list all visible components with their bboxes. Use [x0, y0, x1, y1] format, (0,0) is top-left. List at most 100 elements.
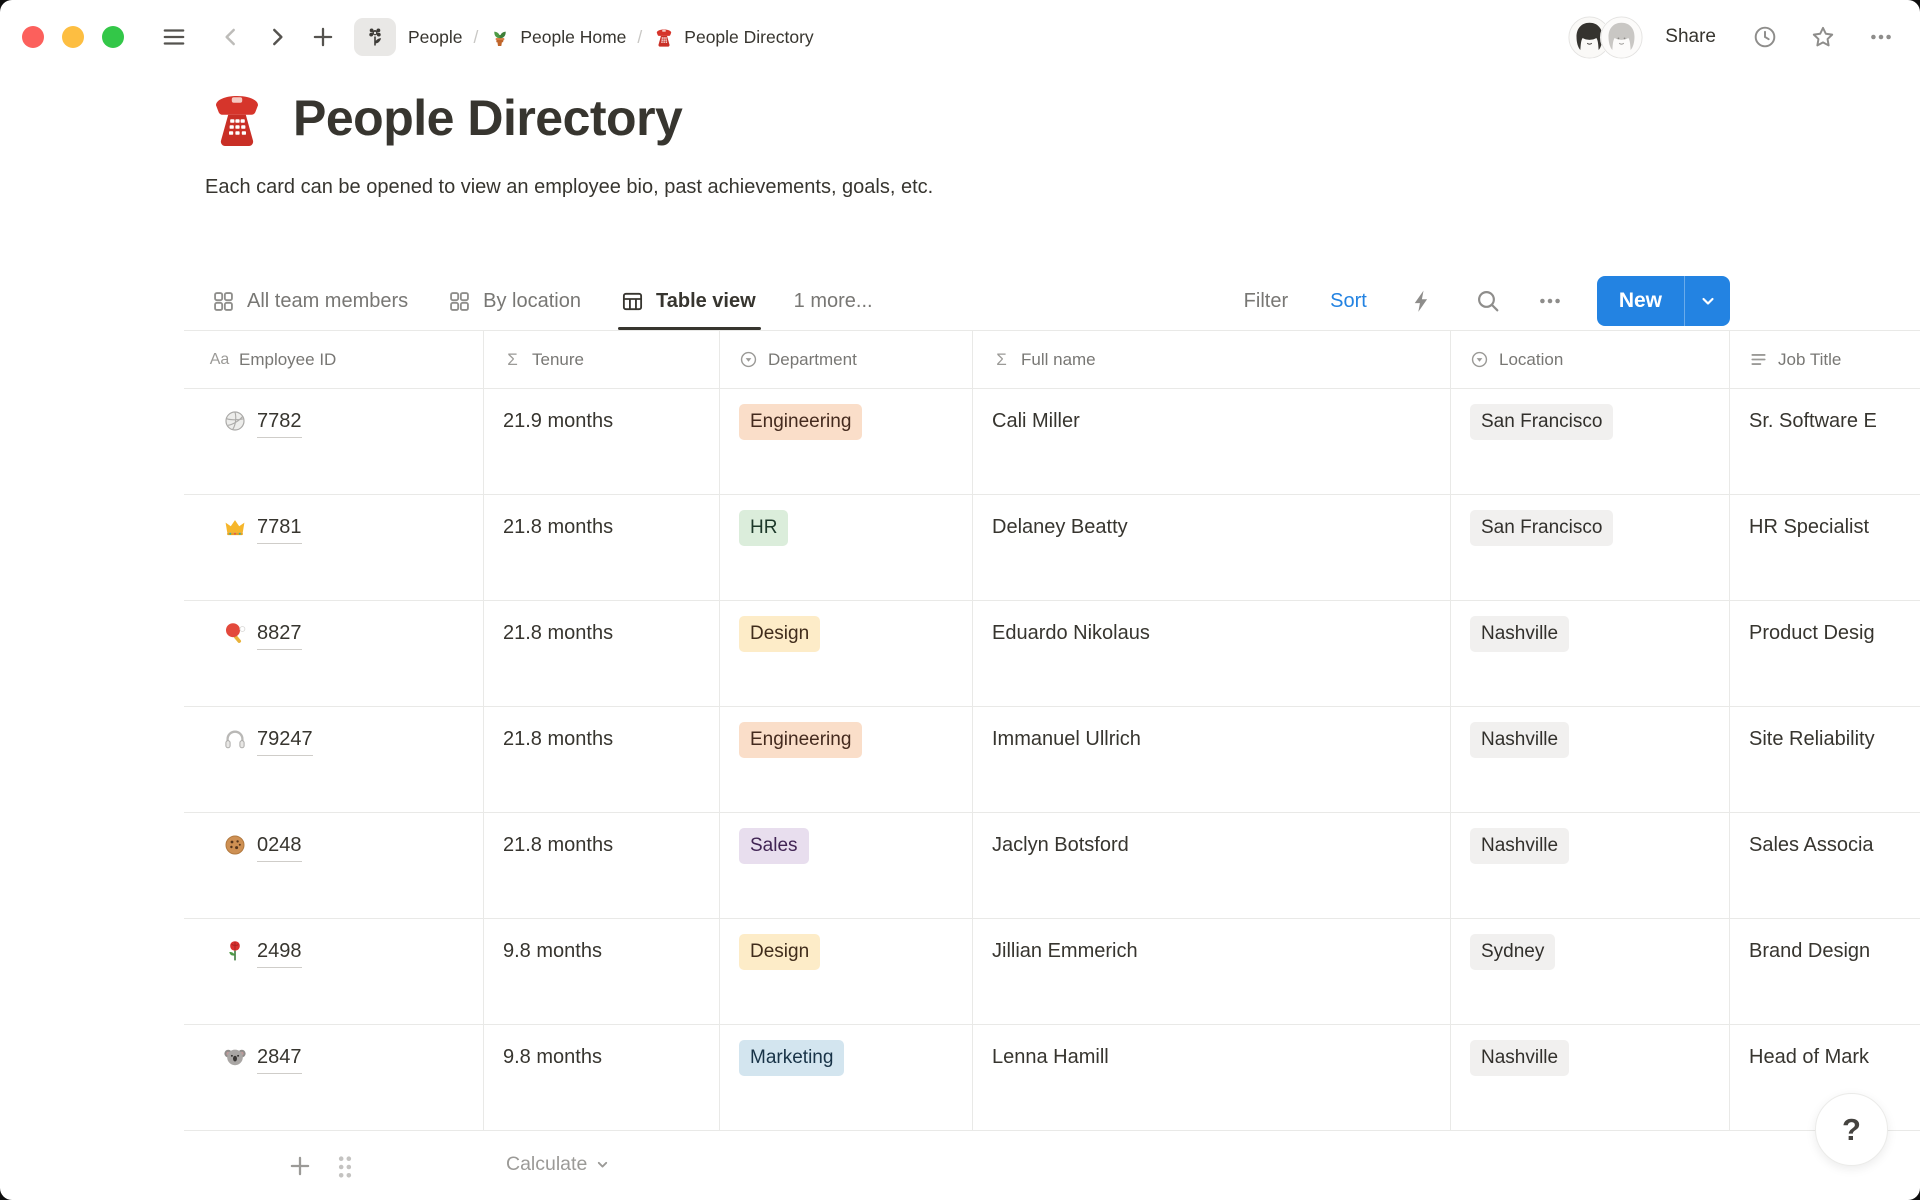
- location-cell[interactable]: Nashville: [1451, 707, 1730, 812]
- employee-id-link[interactable]: 2847: [257, 1042, 302, 1074]
- department-cell[interactable]: Marketing: [720, 1025, 973, 1130]
- column-header[interactable]: Aa Employee ID: [184, 331, 484, 388]
- sidebar-menu-icon[interactable]: [158, 24, 190, 50]
- employee-id-cell[interactable]: 7782: [184, 389, 484, 494]
- location-cell[interactable]: Nashville: [1451, 601, 1730, 706]
- employee-id-link[interactable]: 7781: [257, 512, 302, 544]
- job-title-cell[interactable]: Product Desig: [1730, 601, 1920, 706]
- full-name-cell[interactable]: Eduardo Nikolaus: [973, 601, 1451, 706]
- more-options-icon[interactable]: [1868, 24, 1894, 50]
- search-icon[interactable]: [1475, 288, 1501, 314]
- app-window: People / People Home / People Directory …: [0, 0, 1920, 1200]
- department-cell[interactable]: Engineering: [720, 389, 973, 494]
- page-description[interactable]: Each card can be opened to view an emplo…: [205, 176, 1920, 206]
- department-cell[interactable]: Engineering: [720, 707, 973, 812]
- full-name-cell[interactable]: Cali Miller: [973, 389, 1451, 494]
- zoom-window-button[interactable]: [102, 26, 124, 48]
- column-header[interactable]: Location: [1451, 331, 1730, 388]
- table-row[interactable]: 79247 21.8 months Engineering Immanuel U…: [184, 707, 1920, 813]
- tenure-cell[interactable]: 21.8 months: [484, 601, 720, 706]
- favorite-star-icon[interactable]: [1810, 24, 1836, 50]
- column-header[interactable]: Σ Full name: [973, 331, 1451, 388]
- employee-id-link[interactable]: 79247: [257, 724, 313, 756]
- full-name-cell[interactable]: Lenna Hamill: [973, 1025, 1451, 1130]
- employee-id-link[interactable]: 0248: [257, 830, 302, 862]
- new-dropdown-button[interactable]: [1684, 276, 1730, 326]
- forward-icon[interactable]: [264, 24, 290, 50]
- job-title-cell[interactable]: Sr. Software E: [1730, 389, 1920, 494]
- tenure-cell[interactable]: 21.9 months: [484, 389, 720, 494]
- column-header[interactable]: Department: [720, 331, 973, 388]
- full-name-cell[interactable]: Immanuel Ullrich: [973, 707, 1451, 812]
- location-cell[interactable]: San Francisco: [1451, 495, 1730, 600]
- page-phone-emoji-icon[interactable]: [205, 86, 269, 150]
- department-cell[interactable]: Sales: [720, 813, 973, 918]
- collaborator-avatars[interactable]: [1568, 16, 1643, 59]
- back-icon[interactable]: [218, 24, 244, 50]
- table-row[interactable]: 2847 9.8 months Marketing Lenna Hamill N…: [184, 1025, 1920, 1131]
- tenure-cell[interactable]: 9.8 months: [484, 919, 720, 1024]
- employee-id-cell[interactable]: 0248: [184, 813, 484, 918]
- calculate-button[interactable]: Calculate: [506, 1153, 610, 1176]
- employee-id-cell[interactable]: 7781: [184, 495, 484, 600]
- minimize-window-button[interactable]: [62, 26, 84, 48]
- tenure-cell[interactable]: 21.8 months: [484, 813, 720, 918]
- employee-id-cell[interactable]: 79247: [184, 707, 484, 812]
- location-cell[interactable]: Nashville: [1451, 1025, 1730, 1130]
- workspace-tile[interactable]: [354, 18, 396, 56]
- table-row[interactable]: 7782 21.9 months Engineering Cali Miller…: [184, 389, 1920, 495]
- tenure-cell[interactable]: 21.8 months: [484, 495, 720, 600]
- full-name-cell[interactable]: Jaclyn Botsford: [973, 813, 1451, 918]
- tab-table-view[interactable]: Table view: [621, 272, 756, 330]
- department-tag: HR: [739, 510, 788, 546]
- employee-id-cell[interactable]: 2498: [184, 919, 484, 1024]
- department-cell[interactable]: Design: [720, 919, 973, 1024]
- new-page-icon[interactable]: [310, 24, 336, 50]
- employee-id-cell[interactable]: 2847: [184, 1025, 484, 1130]
- employee-id-link[interactable]: 2498: [257, 936, 302, 968]
- tab-by-location[interactable]: By location: [448, 272, 581, 330]
- page-title[interactable]: People Directory: [293, 89, 682, 147]
- full-name-cell[interactable]: Delaney Beatty: [973, 495, 1451, 600]
- tenure-cell[interactable]: 9.8 months: [484, 1025, 720, 1130]
- column-header[interactable]: Job Title: [1730, 331, 1920, 388]
- table-row[interactable]: 0248 21.8 months Sales Jaclyn Botsford N…: [184, 813, 1920, 919]
- employee-id-cell[interactable]: 8827: [184, 601, 484, 706]
- add-row-plus-icon[interactable]: [287, 1153, 313, 1179]
- location-cell[interactable]: Sydney: [1451, 919, 1730, 1024]
- tenure-cell[interactable]: 21.8 months: [484, 707, 720, 812]
- new-button[interactable]: New: [1597, 276, 1730, 326]
- share-button[interactable]: Share: [1665, 26, 1716, 48]
- employee-id-link[interactable]: 7782: [257, 406, 302, 438]
- history-clock-icon[interactable]: [1752, 24, 1778, 50]
- view-options-icon[interactable]: [1537, 288, 1563, 314]
- filter-button[interactable]: Filter: [1244, 290, 1288, 313]
- drag-handle-icon[interactable]: [334, 1153, 356, 1181]
- location-cell[interactable]: San Francisco: [1451, 389, 1730, 494]
- column-header[interactable]: Σ Tenure: [484, 331, 720, 388]
- location-tag: San Francisco: [1470, 404, 1613, 440]
- more-views-button[interactable]: 1 more...: [794, 290, 873, 313]
- location-cell[interactable]: Nashville: [1451, 813, 1730, 918]
- employee-id-link[interactable]: 8827: [257, 618, 302, 650]
- location-tag: Nashville: [1470, 722, 1569, 758]
- department-cell[interactable]: HR: [720, 495, 973, 600]
- table-row[interactable]: 7781 21.8 months HR Delaney Beatty San F…: [184, 495, 1920, 601]
- breadcrumb-people-directory[interactable]: People Directory: [653, 26, 813, 48]
- help-button[interactable]: ?: [1815, 1093, 1888, 1166]
- breadcrumb-label: People Directory: [684, 27, 813, 48]
- automation-bolt-icon[interactable]: [1409, 288, 1435, 314]
- department-cell[interactable]: Design: [720, 601, 973, 706]
- full-name-cell[interactable]: Jillian Emmerich: [973, 919, 1451, 1024]
- table-row[interactable]: 2498 9.8 months Design Jillian Emmerich …: [184, 919, 1920, 1025]
- sort-button[interactable]: Sort: [1330, 290, 1367, 313]
- close-window-button[interactable]: [22, 26, 44, 48]
- breadcrumb-people[interactable]: People: [408, 27, 463, 48]
- breadcrumb-people-home[interactable]: People Home: [489, 26, 626, 48]
- job-title-cell[interactable]: HR Specialist: [1730, 495, 1920, 600]
- job-title-cell[interactable]: Site Reliability: [1730, 707, 1920, 812]
- tab-all-team-members[interactable]: All team members: [212, 272, 408, 330]
- job-title-cell[interactable]: Brand Design: [1730, 919, 1920, 1024]
- table-row[interactable]: 8827 21.8 months Design Eduardo Nikolaus…: [184, 601, 1920, 707]
- job-title-cell[interactable]: Sales Associa: [1730, 813, 1920, 918]
